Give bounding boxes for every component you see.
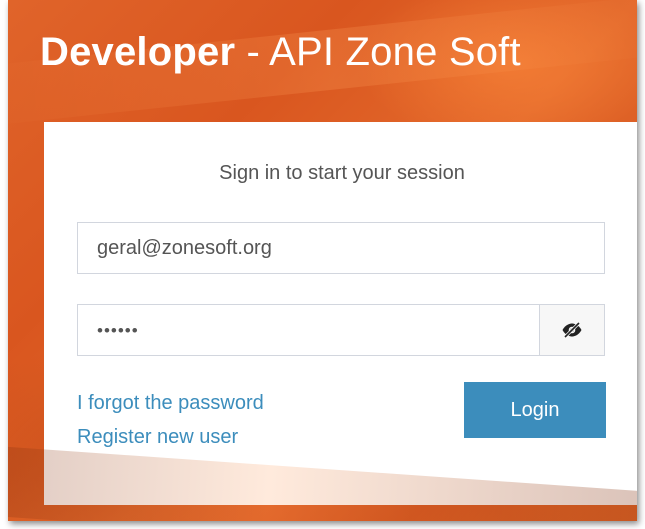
password-input[interactable]: •••••• xyxy=(97,305,139,355)
page-title-bold: Developer xyxy=(40,30,236,74)
register-new-user-link[interactable]: Register new user xyxy=(77,420,264,454)
login-box: Sign in to start your session •••••• xyxy=(44,122,637,505)
page-title-rest: - API Zone Soft xyxy=(235,30,521,74)
page-title: Developer - API Zone Soft xyxy=(40,30,521,75)
login-box-message: Sign in to start your session xyxy=(219,162,465,184)
login-button[interactable]: Login xyxy=(464,382,606,438)
login-page-background: Developer - API Zone Soft Sign in to sta… xyxy=(8,0,637,521)
window-frame: Developer - API Zone Soft Sign in to sta… xyxy=(0,0,645,529)
email-field-wrapper xyxy=(77,222,605,274)
login-links: I forgot the password Register new user xyxy=(77,386,264,454)
password-field-wrapper: •••••• xyxy=(77,304,605,356)
email-input[interactable] xyxy=(97,223,537,273)
eye-slash-icon xyxy=(562,322,582,338)
toggle-password-visibility-button[interactable] xyxy=(539,305,604,355)
forgot-password-link[interactable]: I forgot the password xyxy=(77,386,264,420)
